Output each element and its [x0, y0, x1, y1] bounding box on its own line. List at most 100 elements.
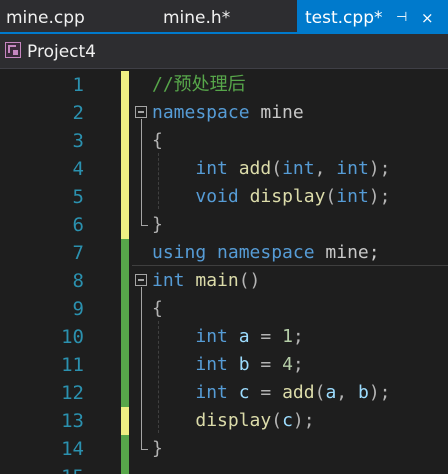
punctuation — [152, 326, 195, 347]
function-name: add — [282, 382, 315, 403]
line-number: 13 — [61, 410, 84, 432]
code-line[interactable]: 6} — [0, 211, 448, 239]
keyword: int — [336, 186, 369, 207]
keyword: int — [195, 158, 228, 179]
change-marker — [121, 407, 129, 435]
variable: a — [325, 382, 337, 403]
punctuation — [152, 186, 195, 207]
line-number: 14 — [61, 438, 84, 460]
punctuation: ( — [271, 410, 283, 431]
punctuation — [152, 158, 195, 179]
number-literal: 4 — [282, 354, 293, 375]
punctuation — [228, 382, 239, 403]
code-text: int a = 1; — [152, 323, 304, 351]
code-text: int b = 4; — [152, 351, 304, 379]
punctuation: ; — [292, 354, 304, 375]
punctuation — [152, 410, 195, 431]
punctuation: { — [152, 298, 163, 319]
variable: c — [282, 410, 293, 431]
change-marker — [121, 323, 129, 351]
punctuation: ); — [368, 158, 391, 179]
change-marker — [121, 351, 129, 379]
line-number: 6 — [72, 214, 84, 236]
code-line[interactable]: 1 //预处理后 — [0, 71, 448, 99]
line-number: 5 — [72, 186, 84, 208]
line-number: 1 — [72, 74, 84, 96]
line-number: 3 — [72, 130, 84, 152]
pin-icon[interactable]: ⊣ — [396, 0, 407, 36]
punctuation — [185, 270, 196, 291]
keyword: int — [195, 326, 228, 347]
change-marker — [121, 267, 129, 295]
change-marker — [121, 435, 129, 463]
code-line[interactable]: 9{ — [0, 295, 448, 323]
line-number: 9 — [72, 298, 84, 320]
punctuation: ( — [271, 158, 283, 179]
punctuation: ); — [368, 382, 391, 403]
identifier: mine — [249, 102, 304, 123]
code-text: display(c); — [152, 407, 314, 435]
code-line[interactable]: 2 namespace mine — [0, 99, 448, 127]
line-number: 11 — [61, 354, 84, 376]
code-line[interactable]: 13 display(c); — [0, 407, 448, 435]
comment: //预处理后 — [152, 74, 246, 95]
punctuation: ( — [314, 382, 326, 403]
code-text: } — [152, 211, 163, 239]
punctuation: } — [152, 438, 163, 459]
keyword: int — [152, 270, 185, 291]
line-number: 2 — [72, 102, 84, 124]
code-line[interactable]: 7 using namespace mine; — [0, 239, 448, 267]
code-editor[interactable]: 1//预处理后 2 namespace mine 3{4 int add(int, i… — [0, 69, 448, 474]
punctuation: { — [152, 130, 163, 151]
tab-label: mine.cpp — [6, 8, 85, 28]
code-text: int main() — [152, 267, 260, 295]
code-text: int add(int, int); — [152, 155, 390, 183]
keyword: int — [195, 354, 228, 375]
code-line[interactable]: 15 — [0, 463, 448, 474]
punctuation — [228, 326, 239, 347]
keyword: namespace — [217, 242, 315, 263]
punctuation: ; — [292, 326, 304, 347]
code-text: } — [152, 435, 163, 463]
keyword: void — [195, 186, 239, 207]
punctuation — [239, 186, 250, 207]
code-line[interactable]: 8 int main() — [0, 267, 448, 295]
punctuation: } — [152, 214, 163, 235]
code-text: { — [152, 127, 163, 155]
code-text: namespace mine — [152, 99, 304, 127]
code-line[interactable]: 5 void display(int); — [0, 183, 448, 211]
punctuation: = — [249, 382, 283, 403]
variable: b — [357, 382, 369, 403]
tab-mine-h[interactable]: mine.h* — [163, 0, 230, 34]
line-number: 8 — [72, 270, 84, 292]
project-icon — [5, 42, 21, 58]
code-line[interactable]: 12 int c = add(a, b); — [0, 379, 448, 407]
keyword: namespace — [152, 102, 250, 123]
variable: c — [238, 382, 250, 403]
close-icon[interactable]: × — [421, 0, 434, 36]
keyword: int — [195, 382, 228, 403]
ide-window: mine.cpp mine.h* test.cpp* ⊣ × Project4 … — [0, 0, 448, 474]
punctuation: ( — [325, 186, 337, 207]
identifier: mine; — [314, 242, 380, 263]
code-line[interactable]: 10 int a = 1; — [0, 323, 448, 351]
code-text: //预处理后 — [152, 71, 246, 99]
code-text: int c = add(a, b); — [152, 379, 391, 407]
change-marker — [121, 463, 129, 474]
code-line[interactable]: 4 int add(int, int); — [0, 155, 448, 183]
project-navigation-bar[interactable]: Project4 — [0, 34, 448, 69]
punctuation — [228, 354, 239, 375]
code-line[interactable]: 11 int b = 4; — [0, 351, 448, 379]
keyword: using — [152, 242, 207, 263]
code-text: using namespace mine; — [152, 239, 380, 267]
tab-label: test.cpp* — [305, 8, 383, 28]
tab-mine-cpp[interactable]: mine.cpp — [6, 0, 85, 34]
tab-test-cpp[interactable]: test.cpp* ⊣ × — [297, 0, 448, 34]
line-number: 4 — [72, 158, 84, 180]
code-line[interactable]: 14} — [0, 435, 448, 463]
change-marker — [121, 155, 129, 183]
change-marker — [121, 239, 129, 267]
number-literal: 1 — [282, 326, 293, 347]
punctuation — [228, 158, 239, 179]
code-line[interactable]: 3{ — [0, 127, 448, 155]
